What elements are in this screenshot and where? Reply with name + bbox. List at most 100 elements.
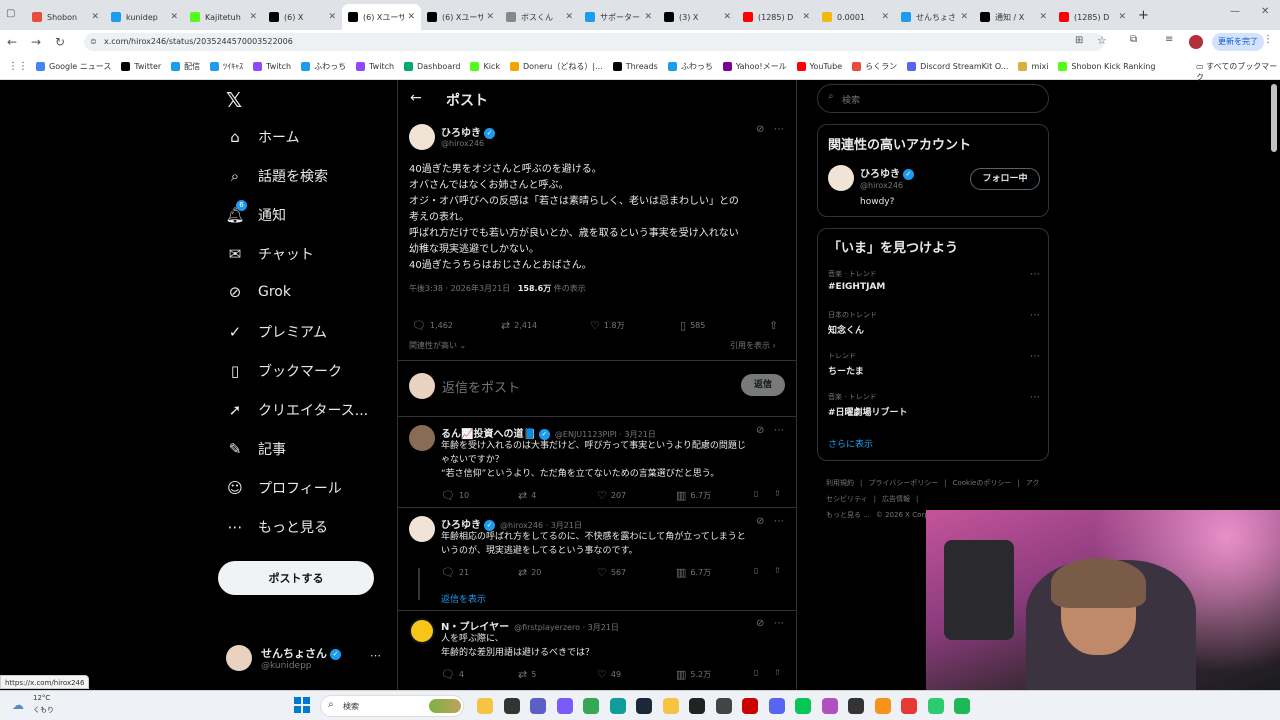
back-arrow-icon[interactable]: ← <box>410 90 422 106</box>
app-icon[interactable] <box>901 698 917 714</box>
folder-icon[interactable] <box>662 698 679 714</box>
footer-link[interactable]: 広告情報 <box>882 495 910 503</box>
reply-button[interactable]: 返信 <box>741 374 785 396</box>
extensions-icon[interactable]: ⧉ <box>1130 34 1137 45</box>
minimize-icon[interactable]: — <box>1230 6 1240 17</box>
reply-bookmark-action[interactable]: ▯ <box>754 668 758 677</box>
browser-tab[interactable]: サポーター ✕ <box>579 4 658 30</box>
reply-views-action[interactable]: ▥ 6.7万 <box>676 489 711 502</box>
reply-avatar[interactable] <box>409 516 435 542</box>
update-button[interactable]: 更新を完了 <box>1212 33 1264 51</box>
bookmark-item[interactable]: ふわっち <box>301 61 346 72</box>
page-scrollbar[interactable] <box>1271 84 1277 152</box>
post-author-handle[interactable]: @hirox246 <box>441 139 484 148</box>
reply-views-action[interactable]: ▥ 5.2万 <box>676 668 711 681</box>
tab-close-icon[interactable]: ✕ <box>565 12 573 22</box>
nav-item[interactable]: ➚ クリエイタース... <box>226 400 368 420</box>
windows-start-icon[interactable] <box>294 697 310 713</box>
nav-item[interactable]: ⊘ Grok <box>226 283 291 301</box>
browser-tab[interactable]: (6) Xユーザ ✕ <box>342 4 421 30</box>
more-dots-icon[interactable]: ⋯ <box>774 618 784 629</box>
browser-tab[interactable]: 通知 / X ✕ <box>974 4 1053 30</box>
bookmark-item[interactable]: Twitch <box>253 61 291 72</box>
browser-tab[interactable]: (1285) D ✕ <box>737 4 816 30</box>
bookmark-item[interactable]: らくラン <box>852 61 897 72</box>
nav-item[interactable]: ✉ チャット <box>226 244 314 264</box>
reply-share-action[interactable]: ⇧ <box>774 668 781 677</box>
x-logo-icon[interactable]: 𝕏 <box>226 88 242 112</box>
like-action[interactable]: ♡ 1.8万 <box>590 319 625 332</box>
profile-avatar[interactable] <box>1189 35 1203 49</box>
reply-action[interactable]: 🗨︎ 1,462 <box>412 319 453 332</box>
more-dots-icon[interactable]: ⋯ <box>1030 351 1040 362</box>
reply-like-action[interactable]: ♡ 207 <box>597 489 626 502</box>
spotify-icon[interactable] <box>954 698 970 714</box>
reply-like-action[interactable]: ♡ 567 <box>597 566 626 579</box>
browser-tab[interactable]: (1285) D ✕ <box>1053 4 1132 30</box>
chrome-icon[interactable] <box>583 698 599 714</box>
bitcoin-icon[interactable] <box>874 698 891 714</box>
share-action[interactable]: ⇧ <box>769 319 782 332</box>
more-dots-icon[interactable]: ⋯ <box>774 425 784 436</box>
author-avatar[interactable] <box>409 124 435 150</box>
tab-close-icon[interactable]: ✕ <box>91 12 99 22</box>
apps-icon[interactable]: ⋮⋮ <box>8 61 28 72</box>
reply-avatar[interactable] <box>409 425 435 451</box>
footer-link[interactable]: © 2026 X Corp. <box>876 511 931 519</box>
media-icon[interactable]: ≡ <box>1165 34 1173 45</box>
tab-close-icon[interactable]: ✕ <box>170 12 178 22</box>
more-dots-icon[interactable]: ⋯ <box>774 124 784 135</box>
star-icon[interactable]: ☆ <box>1097 34 1107 47</box>
post-button[interactable]: ポストする <box>218 561 374 595</box>
browser-tab[interactable]: (3) X ✕ <box>658 4 737 30</box>
bookmark-item[interactable]: Twitter <box>121 61 161 72</box>
tab-close-icon[interactable]: ✕ <box>881 12 889 22</box>
nav-item[interactable]: ✓ プレミアム <box>226 322 327 342</box>
bookmark-item[interactable]: ﾂｲｷｬｽ <box>210 61 243 72</box>
reply-repost-action[interactable]: ⇄ 5 <box>518 668 536 681</box>
grok-icon[interactable]: ⊘ <box>756 425 764 436</box>
bookmark-item[interactable]: Twitch <box>356 61 394 72</box>
weather-icon[interactable]: ☁ <box>12 698 24 712</box>
reply-bookmark-action[interactable]: ▯ <box>754 566 758 575</box>
reply-author[interactable]: ひろゆき ✓ @hirox246 · 3月21日 <box>441 516 582 531</box>
browser-tab[interactable]: (6) X ✕ <box>263 4 342 30</box>
obs-icon[interactable] <box>689 698 705 714</box>
site-info-icon[interactable]: ⊜ <box>90 33 97 51</box>
show-replies-link[interactable]: 返信を表示 <box>441 592 486 605</box>
reply-author[interactable]: N・プレイヤー @firstplayerzero · 3月21日 <box>441 618 619 633</box>
bookmark-item[interactable]: ふわっち <box>667 61 713 72</box>
tab-close-icon[interactable]: ✕ <box>960 12 968 22</box>
search-input[interactable]: ⌕ 検索 <box>817 84 1049 113</box>
terminal-icon[interactable] <box>503 698 520 714</box>
reply-views-action[interactable]: ▥ 6.7万 <box>676 566 711 579</box>
bookmark-item[interactable]: 配信 <box>171 61 200 72</box>
bookmark-item[interactable]: mixi <box>1018 61 1048 72</box>
install-icon[interactable]: ⊞ <box>1075 35 1083 46</box>
post-author-name[interactable]: ひろゆき ✓ <box>441 124 495 139</box>
reload-icon[interactable]: ↻ <box>48 35 72 49</box>
close-window-icon[interactable]: ✕ <box>1261 6 1269 17</box>
footer-link[interactable]: もっと見る ... <box>826 511 870 519</box>
tab-list-icon[interactable]: ▢ <box>6 8 15 19</box>
edge-icon[interactable] <box>609 698 626 714</box>
browser-tab[interactable]: Shobon ✕ <box>26 4 105 30</box>
reply-share-action[interactable]: ⇧ <box>774 566 781 575</box>
repost-action[interactable]: ⇄ 2,414 <box>501 319 537 332</box>
tab-close-icon[interactable]: ✕ <box>644 12 652 22</box>
grok-icon[interactable]: ⊘ <box>756 516 764 527</box>
reply-repost-action[interactable]: ⇄ 20 <box>518 566 541 579</box>
nav-item[interactable]: 🔔︎ 6 通知 <box>225 200 286 225</box>
related-name[interactable]: ひろゆき ✓ <box>860 165 914 180</box>
bookmark-item[interactable]: Dashboard <box>404 61 460 72</box>
more-dots-icon[interactable]: ⋯ <box>1030 392 1040 403</box>
nav-item[interactable]: ✎ 記事 <box>226 439 286 459</box>
browser-tab[interactable]: kunidep ✕ <box>105 4 184 30</box>
browser-tab[interactable]: 0.0001 ✕ <box>816 4 895 30</box>
view-quotes-link[interactable]: 引用を表示 › <box>730 340 776 351</box>
app-icon[interactable] <box>821 698 838 714</box>
bookmark-item[interactable]: YouTube <box>796 61 842 72</box>
more-dots-icon[interactable]: ⋯ <box>370 649 381 662</box>
bookmark-item[interactable]: Kick <box>470 61 500 72</box>
url-field[interactable]: ⊜ x.com/hirox246/status/2035244570003522… <box>84 33 1104 51</box>
